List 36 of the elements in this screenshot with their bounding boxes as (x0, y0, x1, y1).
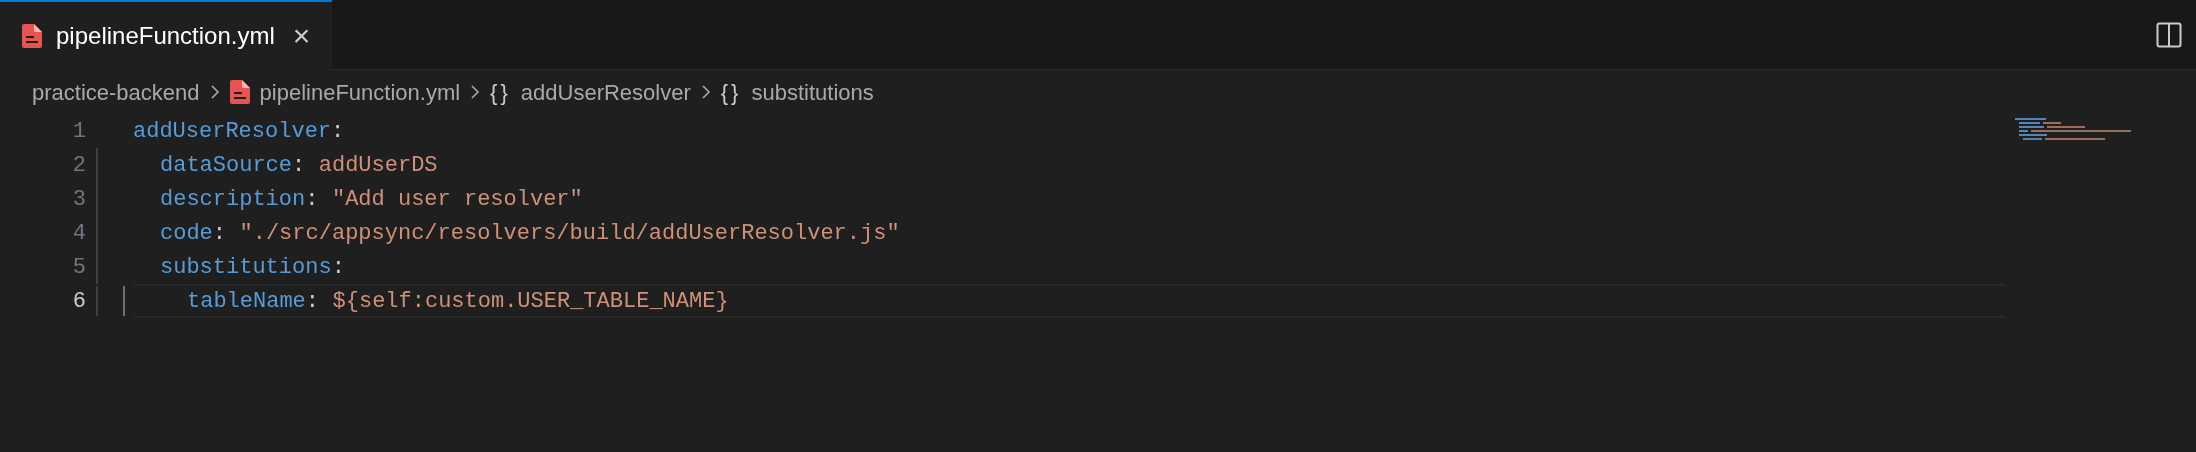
line-number: 5 (71, 253, 86, 282)
file-icon (22, 24, 42, 48)
colon: : (305, 185, 319, 214)
yaml-key: substitutions (160, 250, 332, 284)
yaml-key: code (160, 216, 213, 250)
chevron-icon (700, 84, 711, 100)
line-number: 2 (71, 151, 86, 180)
yaml-key: dataSource (160, 148, 293, 182)
line-number: 3 (71, 185, 86, 214)
split-editor-icon[interactable] (2156, 21, 2182, 48)
breadcrumb-item[interactable]: addUserResolver (520, 75, 691, 109)
colon: : (331, 253, 345, 282)
colon: : (212, 219, 226, 248)
line-number: 6 (71, 287, 86, 316)
colon: : (305, 287, 320, 316)
colon: : (292, 151, 306, 180)
braces-icon: {} (720, 75, 742, 109)
chevron-icon (209, 84, 220, 100)
close-button[interactable]: × (292, 21, 311, 51)
file-icon (229, 80, 250, 104)
yaml-value: addUserDS (318, 151, 438, 180)
editor-tab[interactable]: pipelineFunction.yml × (0, 0, 333, 70)
line-number: 4 (71, 219, 86, 248)
colon: : (331, 117, 345, 146)
yaml-value: "./src/appsync/resolvers/build/addUserResolver.js" (239, 219, 900, 248)
line-number: 1 (71, 117, 86, 146)
breadcrumb-item[interactable]: practice-backend (32, 75, 200, 109)
yaml-key: addUserResolver (133, 114, 332, 148)
yaml-value: "Add user resolver" (331, 185, 583, 214)
breadcrumb-item[interactable]: pipelineFunction.yml (259, 75, 461, 109)
yaml-key: tableName (187, 284, 306, 318)
breadcrumb-item[interactable]: substitutions (751, 75, 874, 109)
chevron-icon (470, 84, 481, 100)
braces-icon: {} (490, 75, 511, 109)
yaml-key: description (160, 182, 306, 216)
yaml-value: ${self:custom.USER_TABLE_NAME} (332, 287, 729, 316)
